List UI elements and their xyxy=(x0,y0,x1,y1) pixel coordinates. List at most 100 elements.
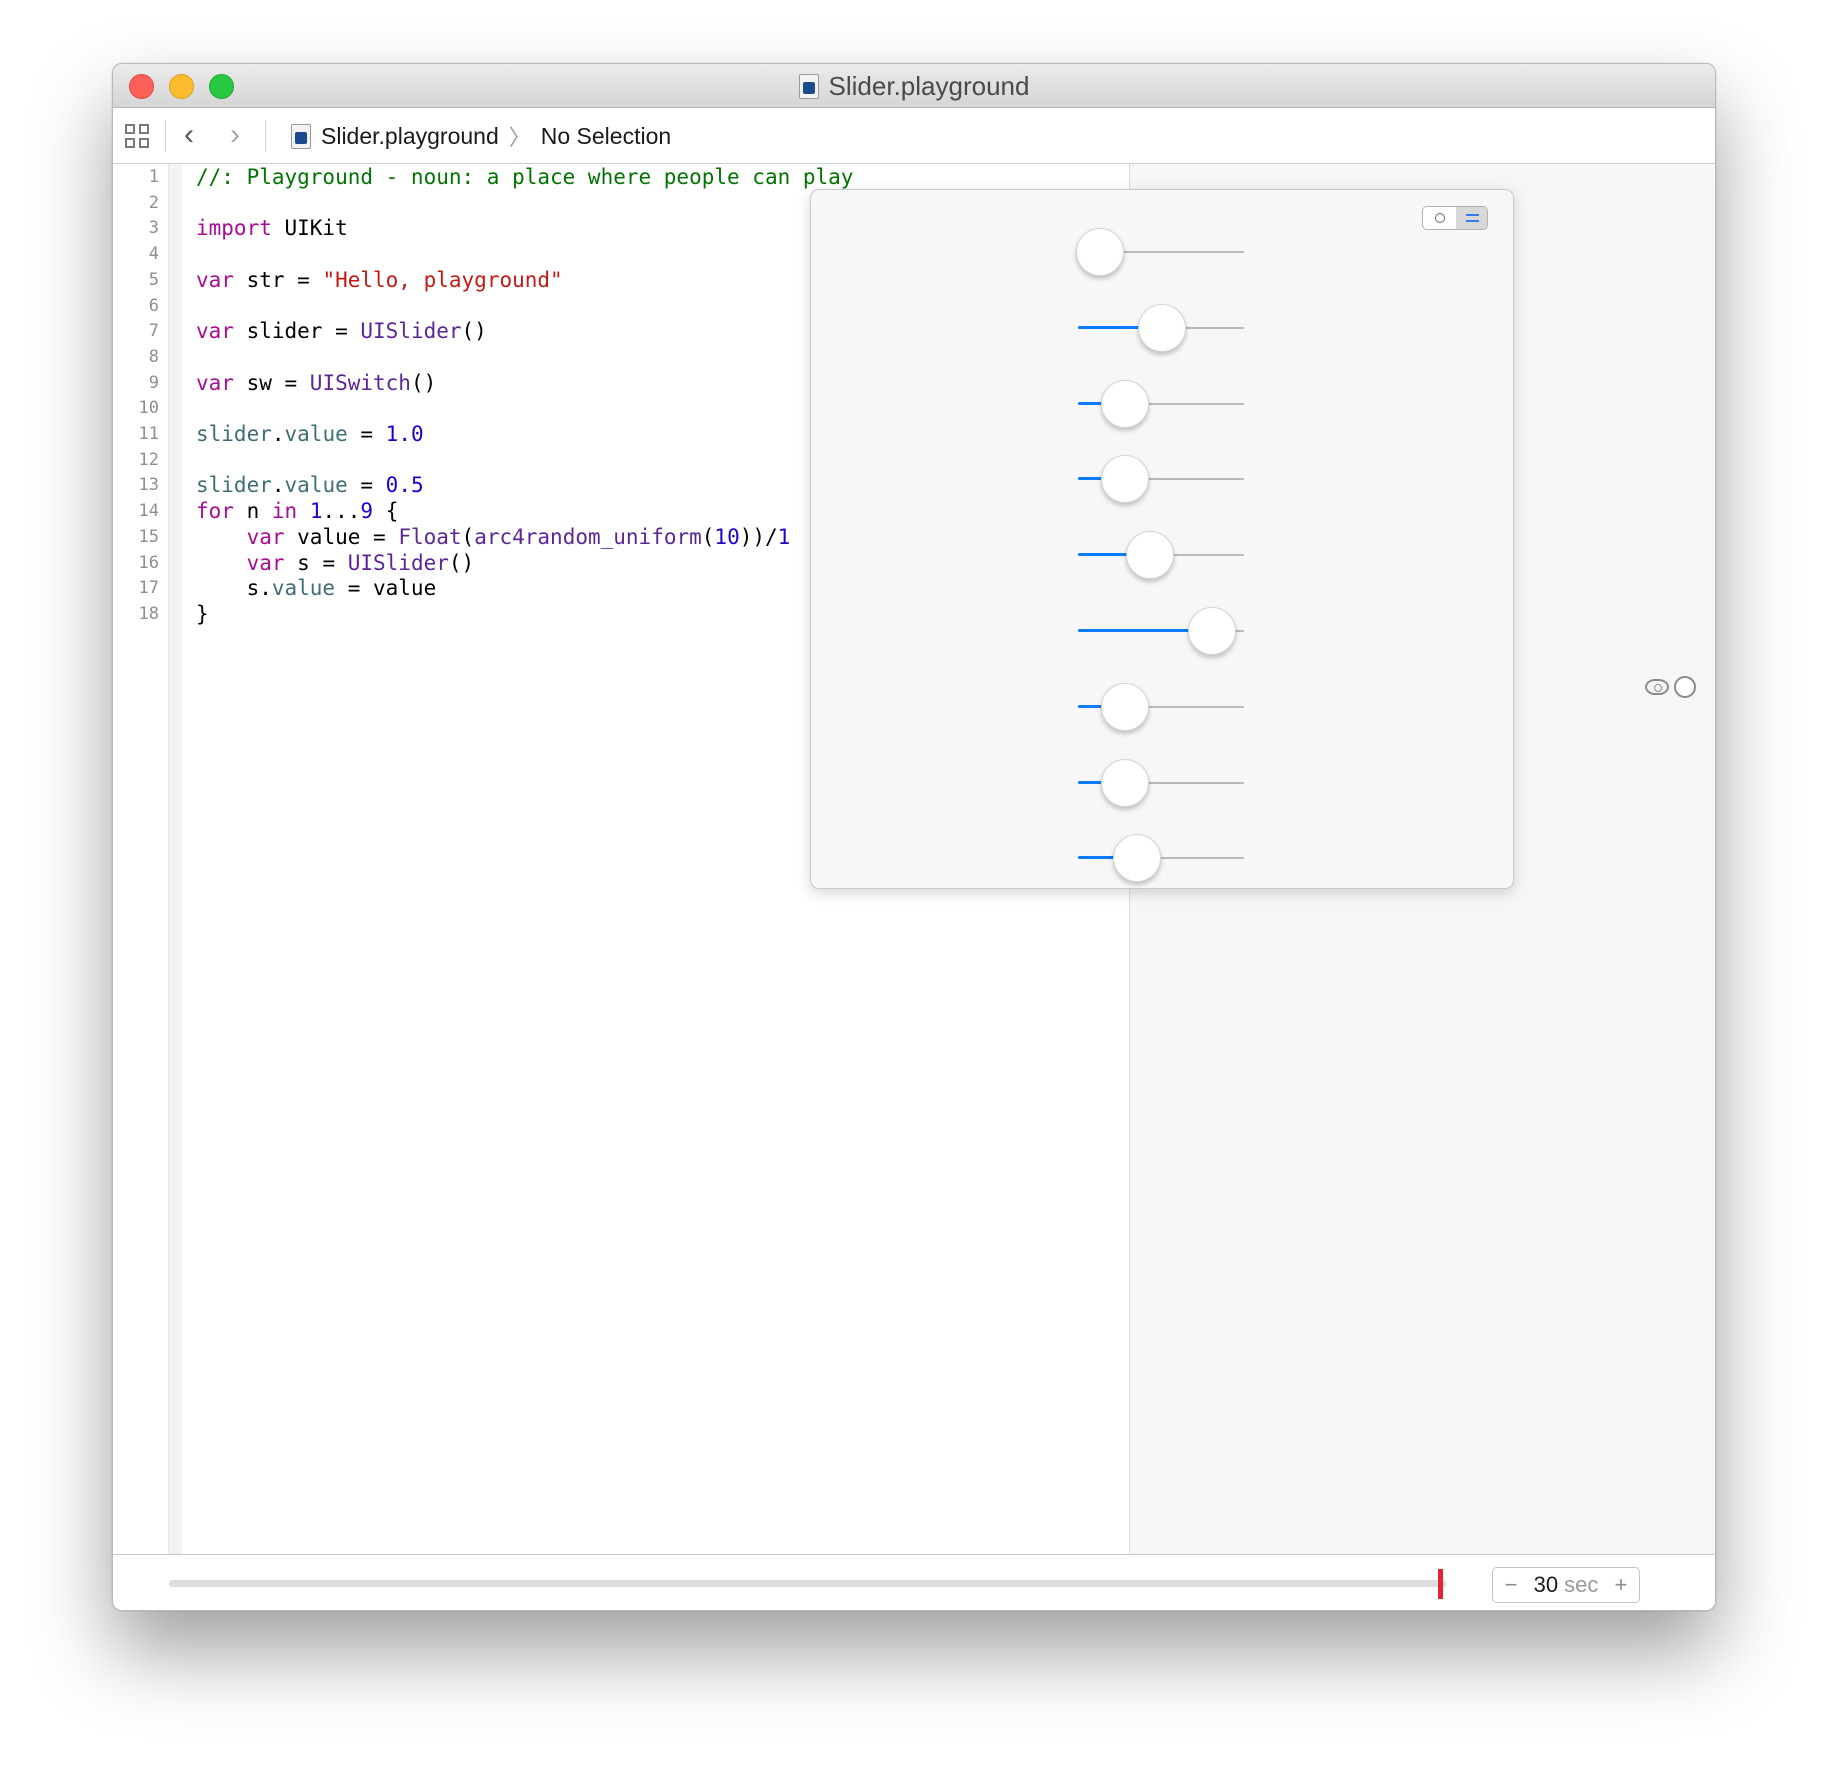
code-token: ( xyxy=(701,524,715,549)
quick-look-eye-icon[interactable] xyxy=(1645,679,1669,695)
code-token: var xyxy=(196,267,234,292)
jumpbar-separator xyxy=(265,120,266,152)
code-token: { xyxy=(373,499,399,524)
uislider-preview[interactable] xyxy=(1078,528,1244,582)
playground-file-icon xyxy=(291,123,311,149)
code-token: slider = xyxy=(233,319,361,344)
code-text: var s = UISlider() xyxy=(196,550,475,576)
line-number: 12 xyxy=(138,449,159,470)
related-items-grid-icon[interactable] xyxy=(125,124,151,150)
show-result-circle-icon[interactable] xyxy=(1674,676,1696,698)
duration-unit: sec xyxy=(1564,1572,1599,1597)
line-number: 5 xyxy=(148,269,159,290)
code-text: for n in 1...9 { xyxy=(196,498,398,524)
code-token: value xyxy=(271,576,336,601)
code-token: var xyxy=(196,370,234,395)
slider-thumb[interactable] xyxy=(1113,834,1162,883)
line-number: 11 xyxy=(138,424,159,444)
xcode-window: Slider.playground ‹ › Slider.playground … xyxy=(112,63,1716,1611)
code-token: ))/ xyxy=(739,524,778,549)
forward-arrow-icon[interactable]: › xyxy=(223,120,247,150)
slider-thumb[interactable] xyxy=(1100,379,1149,428)
code-text: var sw = UISwitch() xyxy=(196,370,436,396)
title-bar: Slider.playground xyxy=(113,64,1715,108)
code-text: var str = "Hello, playground" xyxy=(196,267,563,293)
duration-stepper: − 30 sec + xyxy=(1492,1567,1640,1603)
line-number: 8 xyxy=(148,346,159,367)
breadcrumb-file[interactable]: Slider.playground xyxy=(321,123,499,150)
value-history-mode-icon[interactable] xyxy=(1456,207,1487,229)
code-text: slider.value = 0.5 xyxy=(196,472,424,498)
line-number: 10 xyxy=(138,398,159,419)
code-token: UISlider xyxy=(360,319,462,344)
breadcrumb: Slider.playground 〉 No Selection xyxy=(291,120,671,152)
slider-thumb[interactable] xyxy=(1100,682,1149,731)
line-number: 16 xyxy=(138,552,159,573)
line-number: 6 xyxy=(148,295,159,316)
code-text: } xyxy=(196,601,209,627)
increase-duration-button[interactable]: + xyxy=(1613,1572,1629,1598)
playground-file-icon xyxy=(798,73,819,99)
line-number: 3 xyxy=(148,218,159,239)
code-token: str = xyxy=(233,267,323,292)
code-token: 9 xyxy=(360,499,374,524)
code-token: sw = xyxy=(233,370,310,395)
slider-thumb[interactable] xyxy=(1100,455,1149,504)
code-text: slider.value = 1.0 xyxy=(196,421,424,447)
code-text: var slider = UISlider() xyxy=(196,318,487,344)
code-token: var xyxy=(246,524,285,549)
uislider-preview[interactable] xyxy=(1078,301,1244,355)
code-token: n xyxy=(233,499,272,524)
code-text: var value = Float(arc4random_uniform(10)… xyxy=(196,524,791,550)
back-arrow-icon[interactable]: ‹ xyxy=(177,120,201,150)
window-title-group: Slider.playground xyxy=(113,64,1715,108)
code-token: import xyxy=(196,216,272,241)
code-token: //: Playground - noun: a place where peo… xyxy=(196,165,854,189)
uislider-preview[interactable] xyxy=(1078,452,1244,506)
uislider-preview[interactable] xyxy=(1076,225,1244,279)
view-mode-toggle[interactable] xyxy=(1422,206,1488,230)
code-token: 1 xyxy=(777,524,791,549)
breadcrumb-selection[interactable]: No Selection xyxy=(541,123,671,150)
code-token: value xyxy=(284,422,348,446)
code-line[interactable]: 1 //: Playground - noun: a place where pe… xyxy=(113,164,1129,190)
latest-value-mode-icon[interactable] xyxy=(1423,207,1456,229)
decrease-duration-button[interactable]: − xyxy=(1503,1572,1519,1598)
line-number: 1 xyxy=(148,167,159,187)
code-token: ... xyxy=(322,499,361,524)
uislider-preview[interactable] xyxy=(1078,756,1244,810)
code-token: . xyxy=(271,473,285,498)
line-number: 7 xyxy=(148,321,159,342)
code-token: ( xyxy=(461,524,475,549)
timeline-position-marker[interactable] xyxy=(1438,1569,1443,1599)
code-token: value xyxy=(284,473,348,498)
line-number: 18 xyxy=(138,603,159,624)
uislider-preview[interactable] xyxy=(1078,831,1244,885)
code-token: () xyxy=(410,370,437,395)
window-title: Slider.playground xyxy=(828,70,1030,101)
slider-thumb[interactable] xyxy=(1187,607,1236,655)
code-token: arc4random_uniform xyxy=(474,524,702,549)
code-token: . xyxy=(271,422,285,446)
uislider-preview[interactable] xyxy=(1078,377,1244,431)
slider-thumb[interactable] xyxy=(1100,758,1149,807)
line-number: 15 xyxy=(138,526,159,547)
code-text: import UIKit xyxy=(196,215,348,241)
uislider-preview[interactable] xyxy=(1078,604,1244,658)
slider-thumb[interactable] xyxy=(1138,303,1186,352)
code-token: 1.0 xyxy=(385,422,424,446)
slider-thumb[interactable] xyxy=(1125,531,1174,580)
line-number: 17 xyxy=(138,578,159,599)
jumpbar-separator xyxy=(165,120,166,152)
slider-thumb[interactable] xyxy=(1076,228,1124,276)
timeline-track[interactable] xyxy=(169,1580,1446,1587)
code-token: UISlider xyxy=(347,550,449,575)
code-token: = xyxy=(347,473,386,498)
code-token: s = xyxy=(284,550,348,575)
code-token: for xyxy=(196,499,234,524)
duration-value: 30 xyxy=(1533,1572,1559,1597)
code-token: 1 xyxy=(309,499,323,524)
uislider-preview[interactable] xyxy=(1078,680,1244,734)
